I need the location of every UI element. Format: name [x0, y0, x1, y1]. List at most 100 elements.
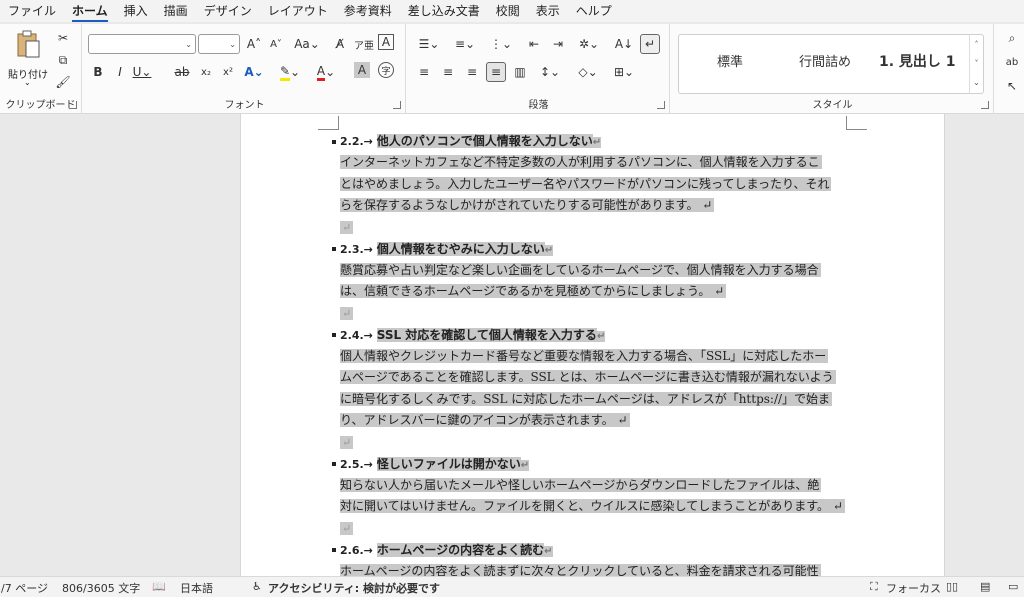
align-left-icon[interactable]: ≡: [414, 62, 434, 82]
styles-scroll[interactable]: ˄ ˅ ⌄: [969, 35, 983, 93]
body-text-line[interactable]: に暗号化するしくみです。SSL に対応したホームページは、アドレスが「https…: [340, 389, 856, 411]
body-text-line[interactable]: り、アドレスバーに鍵のアイコンが表示されます。 ↵: [340, 410, 856, 432]
strikethrough-icon[interactable]: ab: [172, 62, 192, 82]
focus-label[interactable]: フォーカス: [886, 580, 941, 596]
clipboard-launcher-icon[interactable]: [69, 101, 77, 109]
empty-paragraph[interactable]: ↵: [340, 432, 856, 453]
numbering-icon[interactable]: ≡⌄: [450, 34, 480, 54]
web-layout-icon[interactable]: ▭: [1008, 580, 1018, 593]
shading-icon[interactable]: ◇⌄: [574, 62, 602, 82]
align-right-icon[interactable]: ≡: [462, 62, 482, 82]
justify-icon[interactable]: ≡: [486, 62, 506, 82]
empty-paragraph[interactable]: ↵: [340, 217, 856, 238]
change-case-icon[interactable]: Aa⌄: [292, 34, 322, 54]
underline-icon[interactable]: U⌄: [132, 62, 152, 82]
styles-launcher-icon[interactable]: [981, 101, 989, 109]
tab-review[interactable]: 校閲: [488, 0, 528, 22]
character-border-icon[interactable]: A: [378, 34, 394, 50]
asian-layout-icon[interactable]: ✲⌄: [574, 34, 604, 54]
bullets-icon[interactable]: ☰⌄: [414, 34, 444, 54]
tab-layout[interactable]: レイアウト: [260, 0, 336, 22]
section-heading[interactable]: 2.5.→ 怪しいファイルは開かない↵: [332, 453, 856, 475]
tab-help[interactable]: ヘルプ: [568, 0, 620, 22]
font-group: ⌄ ⌄ A˄ A˅ Aa⌄ A̸ ア亜 A B I U⌄ ab x₂ x² A⌄…: [84, 24, 406, 114]
distributed-icon[interactable]: ▥: [510, 62, 530, 82]
body-text-line[interactable]: ムページであることを確認します。SSL とは、ホームページに書き込む情報が漏れな…: [340, 367, 856, 389]
copy-icon[interactable]: ⧉: [53, 50, 73, 70]
tab-references[interactable]: 参考資料: [336, 0, 400, 22]
find-icon[interactable]: ⌕: [1002, 28, 1022, 48]
document-content[interactable]: 2.2.→ 他人のパソコンで個人情報を入力しない↵ インターネットカフェなど不特定…: [332, 130, 856, 582]
body-text-line[interactable]: 対に開いてはいけません。ファイルを開くと、ウイルスに感染してしまうことがあります…: [340, 496, 856, 518]
font-color-icon[interactable]: A ⌄: [316, 62, 336, 82]
tab-insert[interactable]: 挿入: [116, 0, 156, 22]
multilevel-list-icon[interactable]: ⋮⌄: [486, 34, 516, 54]
phonetic-guide-icon[interactable]: ア亜: [354, 34, 374, 54]
body-text-line[interactable]: 知らない人から届いたメールや怪しいホームページからダウンロードしたファイルは、絶: [340, 475, 856, 497]
tab-draw[interactable]: 描画: [156, 0, 196, 22]
section-number: 2.5.→: [340, 457, 377, 471]
tab-view[interactable]: 表示: [528, 0, 568, 22]
section-heading[interactable]: 2.3.→ 個人情報をむやみに入力しない↵: [332, 238, 856, 260]
bullet-marker: [332, 333, 336, 337]
style-normal[interactable]: 標準: [717, 51, 743, 70]
sort-icon[interactable]: A↓: [614, 34, 634, 54]
tab-file[interactable]: ファイル: [0, 0, 64, 22]
print-layout-icon[interactable]: ▤: [980, 580, 990, 593]
highlight-color-icon[interactable]: ✎ ⌄: [279, 62, 300, 82]
superscript-icon[interactable]: x²: [218, 62, 238, 82]
font-launcher-icon[interactable]: [393, 101, 401, 109]
cut-icon[interactable]: ✂: [53, 28, 73, 48]
show-paragraph-marks-icon[interactable]: ↵: [640, 34, 660, 54]
grow-font-icon[interactable]: A˄: [244, 34, 264, 54]
focus-icon[interactable]: ⛶: [870, 580, 878, 594]
paste-button[interactable]: 貼り付け ⌄: [6, 28, 50, 87]
section-heading[interactable]: 2.6.→ ホームページの内容をよく読む↵: [332, 539, 856, 561]
format-painter-icon[interactable]: 🖌: [53, 72, 73, 92]
body-text-line[interactable]: は、信頼できるホームページであるかを見極めてからにしましょう。 ↵: [340, 281, 856, 303]
character-shading-icon[interactable]: A: [354, 62, 370, 78]
accessibility-status[interactable]: アクセシビリティ: 検討が必要です: [268, 580, 440, 596]
borders-icon[interactable]: ⊞⌄: [610, 62, 638, 82]
word-count[interactable]: 806/3605 文字: [62, 580, 140, 596]
subscript-icon[interactable]: x₂: [196, 62, 216, 82]
tab-home[interactable]: ホーム: [64, 0, 116, 22]
read-mode-icon[interactable]: ▯▯: [946, 580, 958, 593]
text-effects-icon[interactable]: A⌄: [244, 62, 264, 82]
align-center-icon[interactable]: ≡: [438, 62, 458, 82]
tab-design[interactable]: デザイン: [196, 0, 260, 22]
paragraph-launcher-icon[interactable]: [657, 101, 665, 109]
clipboard-group: 貼り付け ⌄ ✂ ⧉ 🖌 クリップボード: [0, 24, 82, 114]
page-count[interactable]: 5/7 ページ: [0, 580, 48, 596]
enclose-characters-icon[interactable]: 字: [378, 62, 394, 78]
font-name-dropdown[interactable]: ⌄: [88, 34, 196, 54]
font-size-dropdown[interactable]: ⌄: [198, 34, 240, 54]
body-text-line[interactable]: らを保存するようなしかけがされていたりする可能性があります。 ↵: [340, 195, 856, 217]
paragraph-group: ☰⌄ ≡⌄ ⋮⌄ ⇤ ⇥ ✲⌄ A↓ ↵ ≡ ≡ ≡ ≡ ▥ ↕⌄ ◇⌄ ⊞⌄ …: [408, 24, 670, 114]
language[interactable]: 日本語: [180, 580, 213, 596]
section-number: 2.2.→: [340, 135, 377, 148]
tab-mailings[interactable]: 差し込み文書: [400, 0, 488, 22]
select-icon[interactable]: ↖: [1002, 76, 1022, 96]
decrease-indent-icon[interactable]: ⇤: [524, 34, 544, 54]
section-heading[interactable]: 2.4.→ SSL 対応を確認して個人情報を入力する↵: [332, 324, 856, 346]
style-heading-1[interactable]: 1. 見出し 1: [879, 51, 956, 71]
empty-paragraph[interactable]: ↵: [340, 518, 856, 539]
selected-text: とはやめましょう。入力したユーザー名やパスワードがパソコンに残ってしまったり、そ…: [340, 176, 832, 191]
bold-icon[interactable]: B: [88, 62, 108, 82]
replace-icon[interactable]: ab: [1002, 52, 1022, 72]
italic-icon[interactable]: I: [110, 62, 130, 82]
body-text-line[interactable]: とはやめましょう。入力したユーザー名やパスワードがパソコンに残ってしまったり、そ…: [340, 174, 856, 196]
line-spacing-icon[interactable]: ↕⌄: [536, 62, 564, 82]
style-no-spacing[interactable]: 行間詰め: [799, 51, 851, 70]
body-text-line[interactable]: 懸賞応募や占い判定など楽しい企画をしているホームページで、個人情報を入力する場合: [340, 260, 856, 282]
body-text-line[interactable]: 個人情報やクレジットカード番号など重要な情報を入力する場合、「SSL」に対応した…: [340, 346, 856, 368]
accessibility-icon[interactable]: ♿: [252, 580, 262, 593]
increase-indent-icon[interactable]: ⇥: [548, 34, 568, 54]
section-heading[interactable]: 2.2.→ 他人のパソコンで個人情報を入力しない↵: [332, 130, 856, 152]
body-text-line[interactable]: インターネットカフェなど不特定多数の人が利用するパソコンに、個人情報を入力するこ: [340, 152, 856, 174]
empty-paragraph[interactable]: ↵: [340, 303, 856, 324]
clear-formatting-icon[interactable]: A̸: [330, 34, 350, 54]
shrink-font-icon[interactable]: A˅: [266, 34, 286, 54]
proofing-icon[interactable]: 📖: [152, 580, 166, 593]
